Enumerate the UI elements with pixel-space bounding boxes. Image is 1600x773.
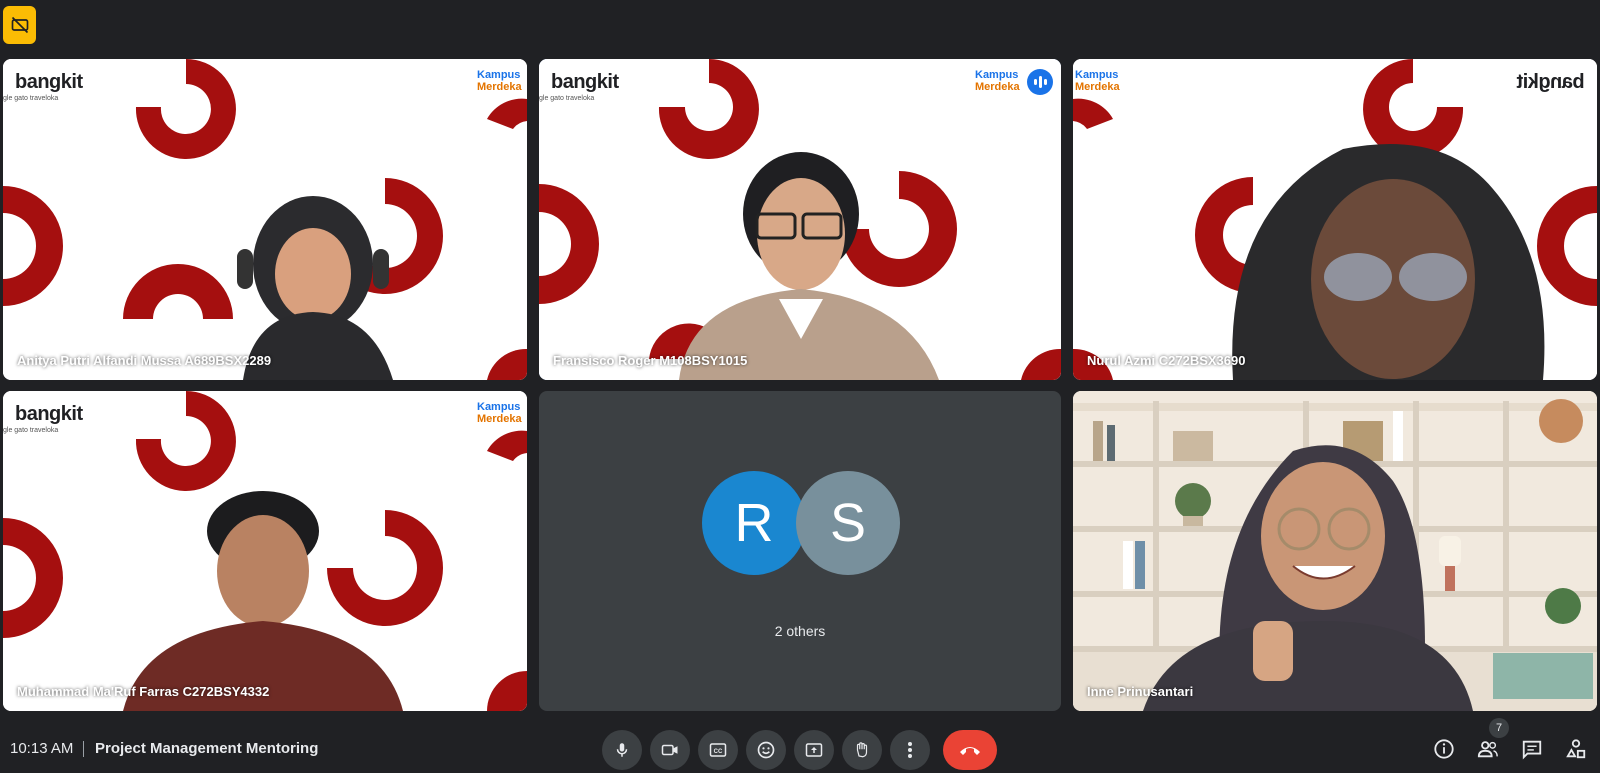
raise-hand-button[interactable] <box>842 730 882 770</box>
km-line-2: Merdeka <box>1075 81 1120 93</box>
participant-video <box>123 491 403 711</box>
brand-logo: bangkit <box>15 403 83 425</box>
meeting-info-button[interactable] <box>1429 734 1459 764</box>
others-count-label: 2 others <box>774 623 826 639</box>
hang-up-icon <box>960 747 980 755</box>
info-icon <box>1434 739 1454 759</box>
participant-tile-active[interactable]: bangkit gle gato traveloka Kampus Merdek… <box>539 59 1061 380</box>
meeting-title: Project Management Mentoring <box>95 740 319 757</box>
km-line-1: Kampus <box>975 69 1019 81</box>
people-button[interactable] <box>1473 734 1503 764</box>
captions-button[interactable]: CC <box>698 730 738 770</box>
mic-button[interactable] <box>602 730 642 770</box>
emoji-button[interactable] <box>746 730 786 770</box>
participant-tile[interactable]: bangkit gle gato traveloka Kampus Merdek… <box>3 391 527 711</box>
brand-logo: bangkit <box>551 71 619 93</box>
brand-partners: gle gato traveloka <box>3 427 59 434</box>
brand-logo-mirrored: bangkit <box>1517 71 1585 93</box>
kampus-merdeka-logo: Kampus Merdeka <box>477 401 523 433</box>
chat-icon <box>1522 740 1542 760</box>
participant-name: Muhammad Ma'Ruf Farras C272BSY4332 <box>17 684 270 699</box>
brand-logo: bangkit <box>15 71 83 93</box>
participant-video <box>679 152 939 380</box>
avatar-s: S <box>796 471 900 575</box>
km-line-1: Kampus <box>477 69 521 81</box>
participant-name: Nurul Azmi C272BSX3690 <box>1087 353 1246 368</box>
more-options-button[interactable] <box>890 730 930 770</box>
raise-hand-icon <box>856 742 868 758</box>
camera-icon <box>661 744 678 756</box>
more-options-icon <box>908 742 912 758</box>
emoji-icon <box>757 741 775 759</box>
participant-count-badge: 7 <box>1489 718 1509 738</box>
kampus-merdeka-logo: Kampus Merdeka <box>477 69 523 101</box>
activities-button[interactable] <box>1561 734 1591 764</box>
participant-name: Anitya Putri Alfandi Mussa A689BSX2289 <box>17 353 272 368</box>
mic-icon <box>616 743 628 757</box>
bottom-control-bar: 10:13 AM Project Management Mentoring CC… <box>0 712 1600 773</box>
participant-video <box>1232 144 1545 380</box>
participant-name: Inne Prinusantari <box>1087 684 1194 699</box>
hang-up-button[interactable] <box>943 730 997 770</box>
participant-video <box>1143 445 1473 711</box>
chat-button[interactable] <box>1517 734 1547 764</box>
participant-name: Fransisco Roger M108BSY1015 <box>553 353 748 368</box>
km-line-2: Merdeka <box>477 81 522 93</box>
participant-tile[interactable]: Inne Prinusantari <box>1073 391 1597 711</box>
km-line-2: Merdeka <box>477 413 522 425</box>
km-line-1: Kampus <box>477 401 521 413</box>
captions-icon: CC <box>709 743 727 757</box>
brand-partners: gle gato traveloka <box>3 95 59 102</box>
activities-icon <box>1566 739 1586 759</box>
brand-partners: gle gato traveloka <box>539 95 595 102</box>
present-button[interactable] <box>794 730 834 770</box>
km-line-1: Kampus <box>1075 69 1119 81</box>
others-tile[interactable]: R S 2 others <box>539 391 1061 711</box>
km-line-2: Merdeka <box>975 81 1020 93</box>
kampus-merdeka-logo-mirrored: Kampus Merdeka <box>1075 69 1121 101</box>
people-icon <box>1477 741 1498 758</box>
participant-tile[interactable]: bangkit gle gato traveloka Kampus Merdek… <box>3 59 527 380</box>
participant-tile[interactable]: Kampus Merdeka bangkit Nurul Azmi C272BS… <box>1073 59 1597 380</box>
camera-button[interactable] <box>650 730 690 770</box>
no-video-warning-icon[interactable] <box>3 6 36 44</box>
present-icon <box>805 743 823 757</box>
speaking-indicator-icon <box>1027 69 1053 95</box>
meeting-time: 10:13 AM <box>10 740 74 757</box>
divider <box>83 741 84 757</box>
kampus-merdeka-logo: Kampus Merdeka <box>975 69 1021 101</box>
svg-text:CC: CC <box>714 749 723 755</box>
avatar-r: R <box>702 471 806 575</box>
